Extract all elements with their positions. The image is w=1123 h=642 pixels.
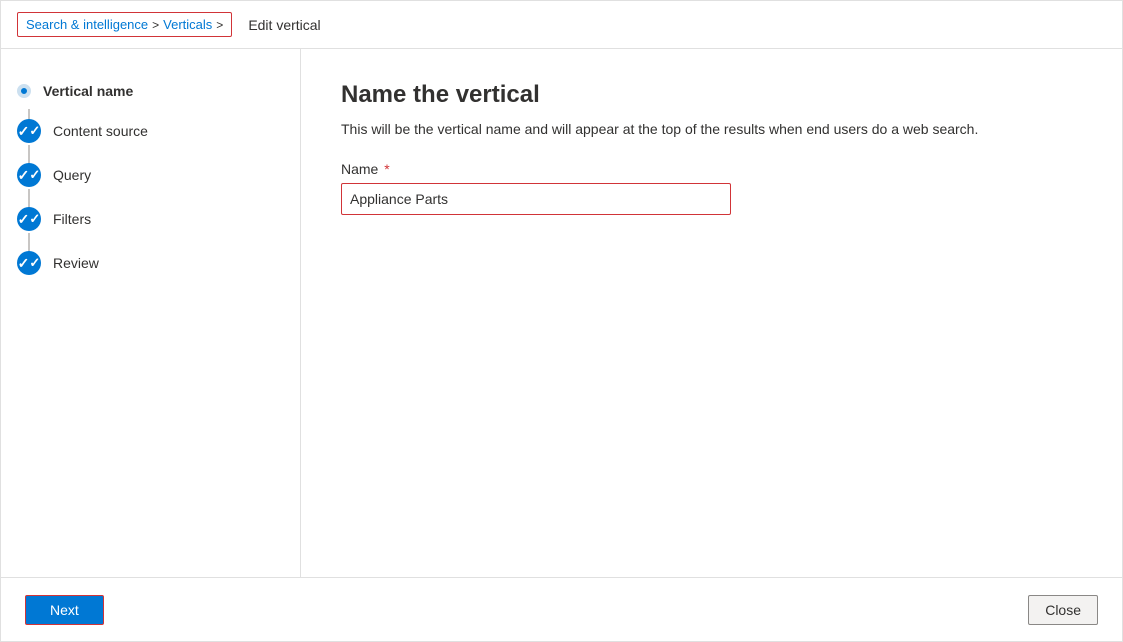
step-query[interactable]: ✓ Query [17,153,284,197]
main-area: Vertical name ✓ Content source ✓ Query ✓… [1,49,1122,577]
required-indicator: * [384,161,389,177]
breadcrumb-sep-1: > [152,18,159,32]
breadcrumb: Search & intelligence > Verticals > [17,12,232,37]
name-field-label: Name * [341,161,1082,177]
step-label-review: Review [53,255,99,271]
name-field-group: Name * [341,161,1082,215]
breadcrumb-verticals[interactable]: Verticals [163,17,212,32]
step-circle-query: ✓ [17,163,41,187]
step-label-filters: Filters [53,211,91,227]
step-content-source[interactable]: ✓ Content source [17,109,284,153]
step-review[interactable]: ✓ Review [17,241,284,275]
footer: Next Close [1,577,1122,641]
breadcrumb-sep-2: > [216,18,223,32]
name-input[interactable] [341,183,731,215]
step-filters[interactable]: ✓ Filters [17,197,284,241]
name-input-wrapper [341,183,1082,215]
content-area: Name the vertical This will be the verti… [301,49,1122,577]
step-circle-vertical-name [17,84,31,98]
page-title: Edit vertical [248,17,320,33]
step-label-vertical-name: Vertical name [43,83,133,99]
step-vertical-name[interactable]: Vertical name [17,73,284,109]
stepper-sidebar: Vertical name ✓ Content source ✓ Query ✓… [1,49,301,577]
step-circle-filters: ✓ [17,207,41,231]
header: Search & intelligence > Verticals > Edit… [1,1,1122,49]
close-button[interactable]: Close [1028,595,1098,625]
footer-left-actions: Next [25,595,104,625]
content-title: Name the vertical [341,81,1082,109]
next-button[interactable]: Next [25,595,104,625]
step-circle-content-source: ✓ [17,119,41,143]
step-circle-review: ✓ [17,251,41,275]
footer-right-actions: Close [1028,595,1098,625]
step-label-content-source: Content source [53,123,148,139]
content-description: This will be the vertical name and will … [341,121,1021,137]
breadcrumb-search-intelligence[interactable]: Search & intelligence [26,17,148,32]
step-label-query: Query [53,167,91,183]
